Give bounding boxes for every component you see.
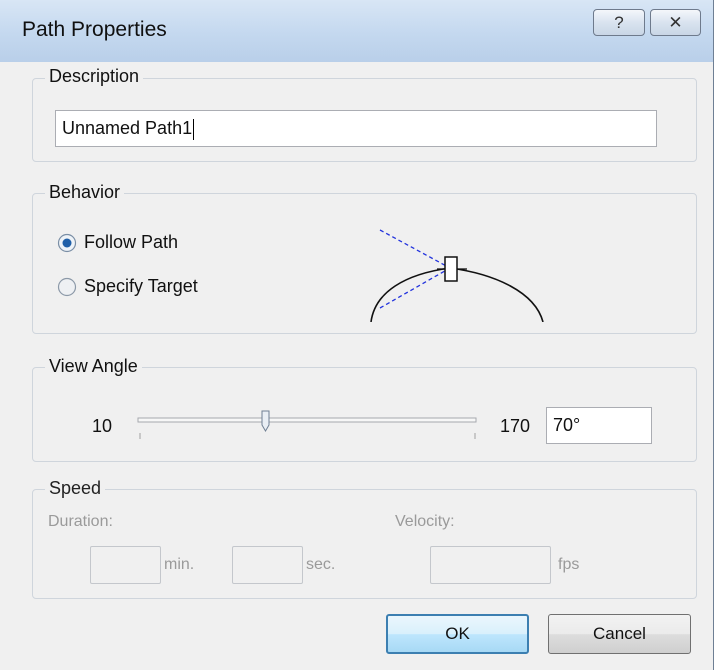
text-caret bbox=[193, 118, 195, 140]
view-angle-slider[interactable] bbox=[130, 409, 482, 443]
view-angle-max-label: 170 bbox=[500, 416, 531, 436]
help-button[interactable]: ? bbox=[593, 9, 645, 36]
seconds-unit-label: sec. bbox=[306, 556, 336, 573]
view-angle-input[interactable]: 70° bbox=[546, 407, 652, 444]
duration-minutes-input[interactable] bbox=[90, 546, 161, 584]
path-properties-dialog: Path Properties ? ✕ Description Unnamed … bbox=[0, 0, 714, 670]
ok-button-label: OK bbox=[445, 624, 470, 643]
follow-path-radio[interactable] bbox=[57, 233, 77, 253]
view-angle-group-label: View Angle bbox=[45, 356, 142, 377]
specify-target-label[interactable]: Specify Target bbox=[84, 276, 198, 297]
close-icon: ✕ bbox=[668, 13, 683, 32]
dialog-body: Description Unnamed Path1 Behavior Follo… bbox=[0, 62, 713, 670]
cancel-button-label: Cancel bbox=[593, 624, 646, 643]
slider-thumb[interactable] bbox=[261, 410, 270, 432]
view-angle-min-label: 10 bbox=[92, 416, 113, 436]
duration-seconds-input[interactable] bbox=[232, 546, 303, 584]
cancel-button[interactable]: Cancel bbox=[548, 614, 691, 654]
description-input[interactable]: Unnamed Path1 bbox=[55, 110, 657, 147]
minutes-unit-label: min. bbox=[164, 556, 195, 573]
path-view-diagram-icon bbox=[370, 229, 544, 322]
velocity-input[interactable] bbox=[430, 546, 551, 584]
help-icon: ? bbox=[614, 13, 624, 32]
close-button[interactable]: ✕ bbox=[650, 9, 701, 36]
ok-button[interactable]: OK bbox=[386, 614, 529, 654]
title-bar[interactable]: Path Properties ? ✕ bbox=[0, 0, 713, 63]
duration-label: Duration: bbox=[48, 513, 113, 530]
fps-unit-label: fps bbox=[558, 556, 580, 573]
description-group-label: Description bbox=[45, 66, 144, 87]
description-value: Unnamed Path1 bbox=[62, 118, 193, 138]
speed-group-label: Speed bbox=[45, 478, 106, 499]
view-angle-value: 70° bbox=[553, 415, 581, 435]
behavior-group-label: Behavior bbox=[45, 182, 125, 203]
velocity-label: Velocity: bbox=[395, 513, 455, 530]
dialog-title: Path Properties bbox=[22, 18, 167, 41]
specify-target-radio[interactable] bbox=[57, 277, 77, 297]
follow-path-label[interactable]: Follow Path bbox=[84, 232, 178, 253]
